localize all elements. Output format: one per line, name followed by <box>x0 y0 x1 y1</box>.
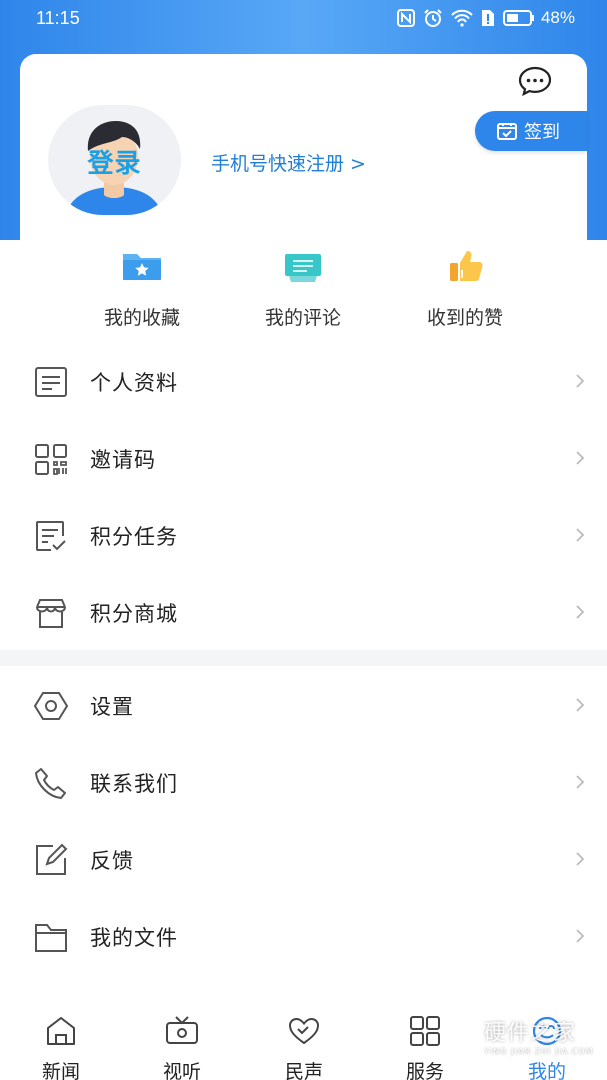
alarm-icon <box>424 9 442 27</box>
calendar-check-icon <box>497 123 517 140</box>
menu-label: 联系我们 <box>90 771 178 796</box>
quick-label: 收到的赞 <box>426 307 503 329</box>
tab-news[interactable]: 新闻 <box>21 1015 101 1080</box>
task-list-icon <box>36 521 66 551</box>
menu-label: 个人资料 <box>90 370 178 395</box>
register-link[interactable]: 手机号快速注册 > <box>211 149 366 176</box>
tab-label: 服务 <box>405 1061 444 1080</box>
menu-item-profile[interactable]: 个人资料 <box>0 343 607 420</box>
menu-item-feedback[interactable]: 反馈 <box>0 821 607 898</box>
tab-voice[interactable]: 民声 <box>264 1015 344 1080</box>
wifi-icon <box>451 9 473 27</box>
avatar[interactable]: 登录 <box>48 105 181 215</box>
tab-video[interactable]: 视听 <box>142 1015 222 1080</box>
tab-label: 新闻 <box>41 1061 80 1080</box>
tv-icon <box>166 1016 198 1044</box>
grid-icon <box>410 1016 440 1046</box>
menu-item-invite-code[interactable]: 邀请码 <box>0 420 607 497</box>
chevron-right-icon <box>576 451 585 465</box>
profile-doc-icon <box>35 367 67 397</box>
menu-item-points-store[interactable]: 积分商城 <box>0 574 607 651</box>
menu-label: 反馈 <box>90 848 134 873</box>
menu-label: 积分任务 <box>90 524 178 549</box>
status-bar: 11:15 48% <box>0 0 607 36</box>
menu-label: 我的文件 <box>90 925 178 950</box>
menu-item-points-task[interactable]: 积分任务 <box>0 497 607 574</box>
watermark-logo-icon <box>442 1013 478 1057</box>
quick-favorites[interactable]: 我的收藏 <box>67 248 217 330</box>
tab-label: 视听 <box>162 1061 201 1080</box>
phone-icon <box>35 768 66 799</box>
status-time: 11:15 <box>36 8 80 28</box>
tab-label: 民声 <box>284 1061 323 1080</box>
menu-label: 邀请码 <box>90 447 156 472</box>
quick-label: 我的收藏 <box>103 307 180 329</box>
menu-item-settings[interactable]: 设置 <box>0 667 607 744</box>
menu-group-2: 设置 联系我们 反馈 我的文件 <box>0 667 607 975</box>
qr-code-icon <box>35 444 67 475</box>
section-divider <box>0 650 607 666</box>
chevron-right-icon <box>576 929 585 943</box>
menu-item-my-files[interactable]: 我的文件 <box>0 898 607 975</box>
thumbs-up-icon <box>450 251 483 281</box>
comment-icon <box>285 254 321 282</box>
sim-alert-icon <box>481 10 494 26</box>
quick-comments[interactable]: 我的评论 <box>228 248 378 330</box>
battery-icon <box>502 10 534 26</box>
watermark-text: 硬件之家 <box>484 1020 577 1046</box>
store-icon <box>36 599 66 628</box>
star-folder-icon <box>123 254 161 280</box>
login-label: 登录 <box>87 149 142 179</box>
home-icon <box>47 1017 75 1045</box>
menu-label: 积分商城 <box>90 601 178 626</box>
nfc-icon <box>396 9 415 27</box>
chevron-right-icon <box>576 775 585 789</box>
quick-likes[interactable]: 收到的赞 <box>390 248 540 330</box>
chevron-right-icon <box>576 528 585 542</box>
folder-icon <box>35 924 67 952</box>
checkin-button[interactable]: 签到 <box>475 111 587 151</box>
watermark-subtext: YING JIAN ZHI JIA.COM <box>484 1046 594 1056</box>
message-icon[interactable] <box>518 66 552 96</box>
chevron-right-icon <box>576 374 585 388</box>
quick-label: 我的评论 <box>264 307 341 329</box>
checkin-label: 签到 <box>524 122 560 143</box>
menu-item-contact[interactable]: 联系我们 <box>0 744 607 821</box>
chevron-right-icon <box>576 605 585 619</box>
menu-group-1: 个人资料 邀请码 积分任务 积分商城 <box>0 343 607 651</box>
chevron-right-icon <box>576 852 585 866</box>
heart-icon <box>288 1017 320 1045</box>
tab-label: 我的 <box>527 1061 566 1080</box>
chevron-right-icon <box>576 698 585 712</box>
menu-label: 设置 <box>90 694 134 719</box>
watermark: 硬件之家 YING JIAN ZHI JIA.COM <box>440 1010 600 1060</box>
feedback-edit-icon <box>36 843 68 875</box>
battery: 48% <box>502 8 575 28</box>
hexagon-settings-icon <box>33 692 69 720</box>
status-icons: 48% <box>396 8 575 28</box>
battery-level: 48% <box>540 8 575 27</box>
